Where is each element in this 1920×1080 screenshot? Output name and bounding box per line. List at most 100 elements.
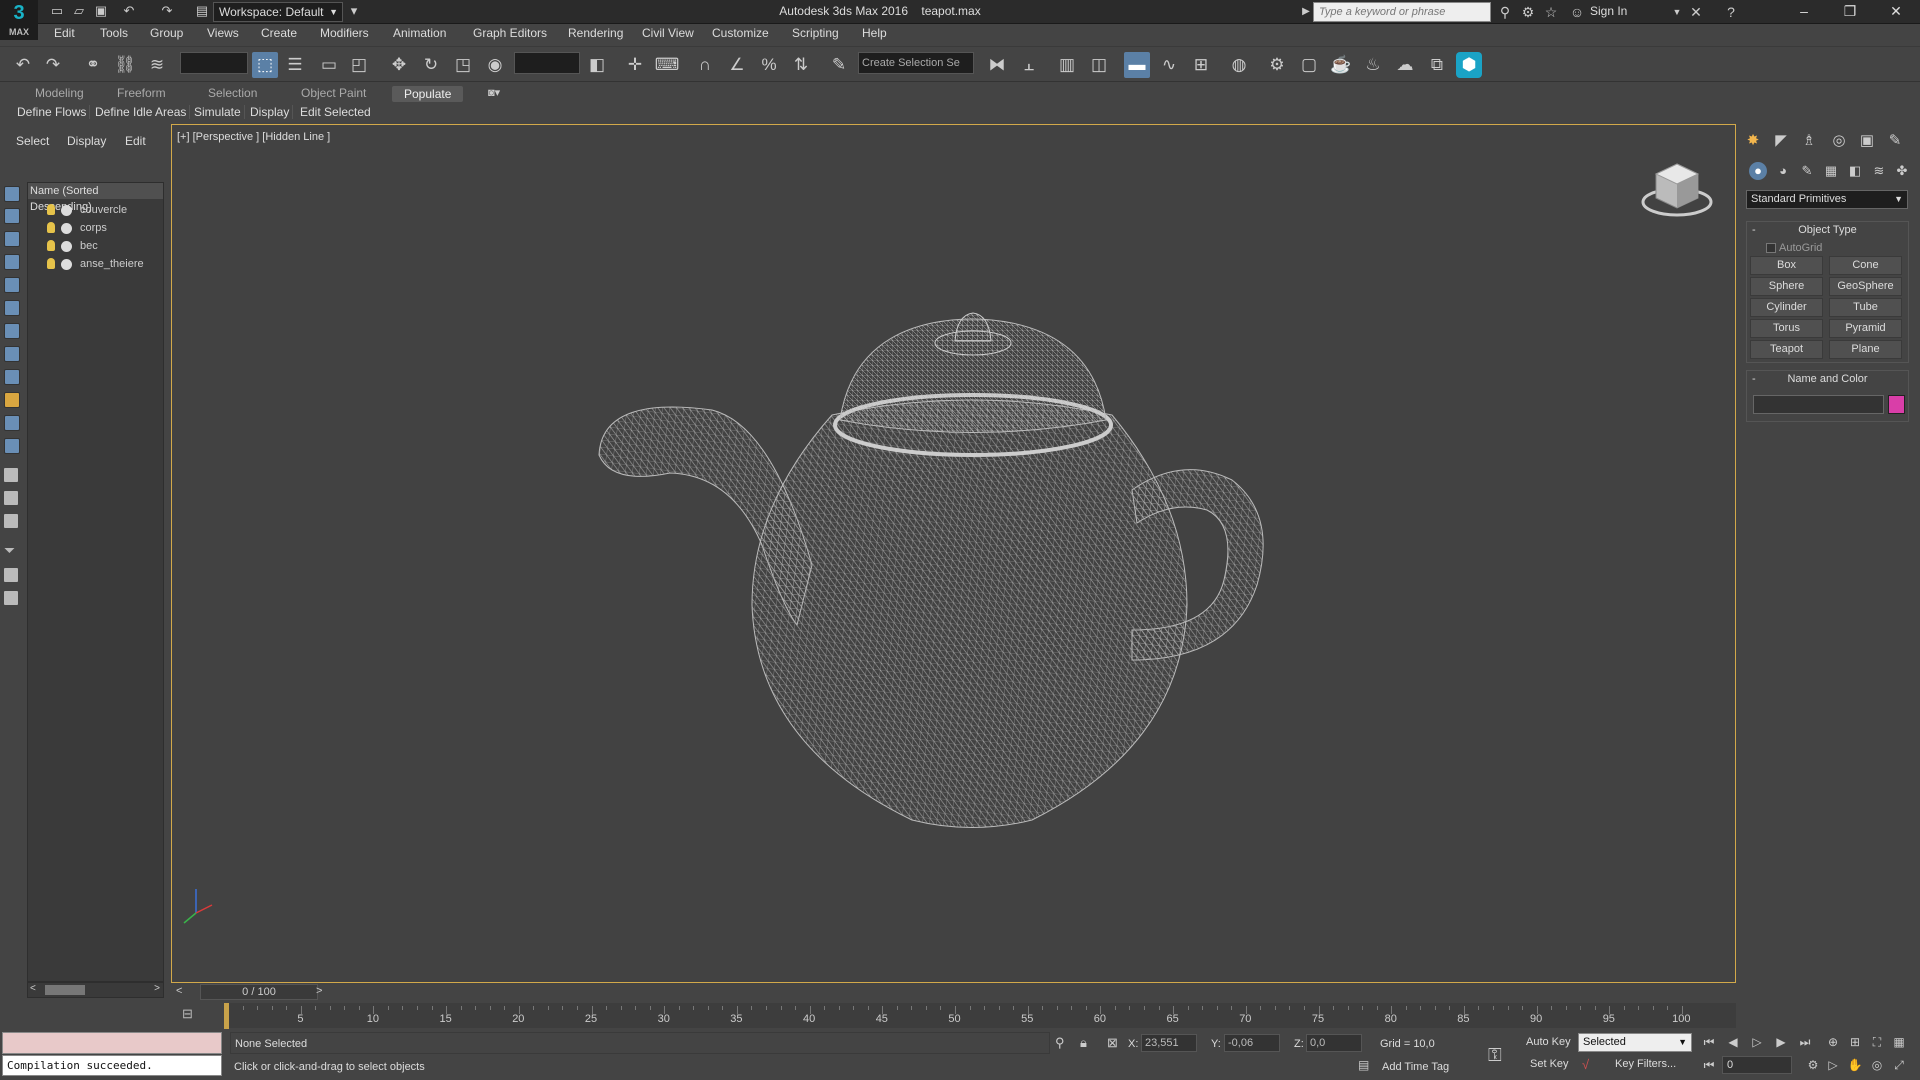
display-all-icon[interactable] — [4, 468, 18, 482]
link-icon[interactable]: ⚭ — [80, 52, 106, 78]
menu-views[interactable]: Views — [207, 26, 239, 40]
menu-tools[interactable]: Tools — [100, 26, 128, 40]
menu-civil-view[interactable]: Civil View — [642, 26, 694, 40]
project-folder-icon[interactable]: ▤ — [193, 3, 211, 19]
auto-key-button[interactable]: Auto Key — [1526, 1036, 1571, 1048]
select-and-rotate-icon[interactable]: ↻ — [418, 52, 444, 78]
box-button[interactable]: Box — [1750, 256, 1823, 275]
checkbox-icon[interactable] — [1766, 243, 1776, 253]
search-input[interactable]: Type a keyword or phrase — [1313, 2, 1491, 22]
menu-edit[interactable]: Edit — [54, 26, 75, 40]
ribbon-tab-populate[interactable]: Populate — [392, 86, 464, 102]
display-xrefs-icon[interactable] — [4, 346, 20, 362]
autogrid-checkbox[interactable]: AutoGrid — [1766, 242, 1822, 254]
pyramid-button[interactable]: Pyramid — [1829, 319, 1902, 338]
scroll-left-icon[interactable]: < — [30, 983, 36, 994]
display-groups-icon[interactable] — [4, 323, 20, 339]
qat-customize-icon[interactable]: ▾ — [345, 3, 363, 19]
modify-panel-icon[interactable]: ◤ — [1770, 130, 1792, 152]
sphere-button[interactable]: Sphere — [1750, 277, 1823, 296]
scene-explorer-menu-select[interactable]: Select — [16, 134, 49, 148]
display-containers-icon[interactable] — [4, 392, 20, 408]
cylinder-button[interactable]: Cylinder — [1750, 298, 1823, 317]
viewport-label[interactable]: [+] [Perspective ] [Hidden Line ] — [177, 131, 330, 143]
scene-explorer-menu-display[interactable]: Display — [67, 134, 106, 148]
shapes-category-icon[interactable]: ◕ — [1774, 162, 1792, 180]
workspace-dropdown[interactable]: Workspace: Default ▼ — [213, 2, 343, 22]
key-filters-button[interactable]: Key Filters... — [1615, 1058, 1676, 1070]
tube-button[interactable]: Tube — [1829, 298, 1902, 317]
x-coordinate-field[interactable]: 23,551 — [1141, 1034, 1197, 1052]
undo-icon[interactable]: ↶ — [10, 52, 36, 78]
ribbon-define-flows[interactable]: Define Flows — [14, 105, 91, 119]
keyboard-shortcut-override-icon[interactable]: ⌨ — [654, 52, 680, 78]
help-icon[interactable]: ? — [1722, 3, 1740, 21]
sign-in-link[interactable]: Sign In — [1590, 4, 1627, 18]
lights-category-icon[interactable]: ✎ — [1798, 162, 1816, 180]
ribbon-tab-freeform[interactable]: Freeform — [117, 86, 166, 100]
unlink-icon[interactable]: ⛓ — [112, 52, 138, 78]
object-type-header[interactable]: - Object Type — [1747, 222, 1908, 238]
ribbon-display[interactable]: Display — [247, 105, 294, 119]
display-none-icon[interactable] — [4, 491, 18, 505]
column-header-name[interactable]: Name (Sorted Descending) — [28, 183, 163, 213]
scene-explorer-menu-edit[interactable]: Edit — [125, 134, 146, 148]
named-selection-sets-dropdown[interactable]: Create Selection Se — [858, 52, 974, 74]
cone-button[interactable]: Cone — [1829, 256, 1902, 275]
geosphere-button[interactable]: GeoSphere — [1829, 277, 1902, 296]
time-slider-next-icon[interactable]: > — [316, 985, 322, 997]
display-helpers-icon[interactable] — [4, 277, 20, 293]
set-key-button[interactable]: Set Key — [1530, 1058, 1569, 1070]
light-bulb-icon[interactable] — [47, 240, 55, 251]
field-of-view-icon[interactable]: ▷ — [1824, 1056, 1842, 1074]
render-production-icon[interactable]: ☕ — [1328, 52, 1354, 78]
rectangular-selection-icon[interactable]: ▭ — [316, 52, 342, 78]
plane-button[interactable]: Plane — [1829, 340, 1902, 359]
open-file-icon[interactable]: ▱ — [70, 3, 88, 19]
z-coordinate-field[interactable]: 0,0 — [1306, 1034, 1362, 1052]
display-frozen-icon[interactable] — [4, 415, 20, 431]
light-bulb-icon[interactable] — [47, 204, 55, 215]
selection-filter-dropdown[interactable] — [180, 52, 248, 74]
scroll-right-icon[interactable]: > — [154, 983, 160, 994]
current-frame-field[interactable]: 0 — [1722, 1056, 1792, 1074]
ribbon-edit-selected[interactable]: Edit Selected — [297, 105, 374, 119]
select-and-move-icon[interactable]: ✥ — [386, 52, 412, 78]
absolute-mode-icon[interactable]: ⊠ — [1107, 1035, 1118, 1051]
align-icon[interactable]: ⫠ — [1016, 52, 1042, 78]
torus-button[interactable]: Torus — [1750, 319, 1823, 338]
hierarchy-panel-icon[interactable]: ♗ — [1798, 130, 1820, 152]
render-iterative-icon[interactable]: ♨ — [1360, 52, 1386, 78]
menu-modifiers[interactable]: Modifiers — [320, 26, 369, 40]
save-file-icon[interactable]: ▣ — [92, 3, 110, 19]
key-set-dropdown[interactable]: Selected ▼ — [1578, 1033, 1692, 1052]
list-item[interactable]: anse_theiere — [28, 256, 163, 273]
render-in-cloud-icon[interactable]: ☁ — [1392, 52, 1418, 78]
list-item[interactable]: corps — [28, 220, 163, 237]
motion-panel-icon[interactable]: ◎ — [1828, 130, 1850, 152]
go-to-end-icon[interactable]: ⏭ — [1796, 1033, 1814, 1051]
systems-category-icon[interactable]: ✤ — [1893, 162, 1911, 180]
explorer-options-icon[interactable] — [4, 591, 18, 605]
light-bulb-icon[interactable] — [47, 222, 55, 233]
next-frame-icon[interactable]: ▶ — [1772, 1033, 1790, 1051]
y-coordinate-field[interactable]: -0,06 — [1224, 1034, 1280, 1052]
menu-help[interactable]: Help — [862, 26, 887, 40]
material-editor-icon[interactable]: ◍ — [1226, 52, 1252, 78]
mini-curve-editor-icon[interactable]: ⊟ — [182, 1006, 202, 1024]
curve-editor-icon[interactable]: ∿ — [1156, 52, 1182, 78]
redo-icon[interactable]: ↷ — [158, 3, 176, 19]
menu-customize[interactable]: Customize — [712, 26, 769, 40]
menu-animation[interactable]: Animation — [393, 26, 446, 40]
menu-create[interactable]: Create — [261, 26, 297, 40]
maximize-viewport-icon[interactable]: ⤢ — [1890, 1056, 1908, 1074]
filter-icon[interactable]: ⏷ — [4, 542, 20, 558]
window-crossing-icon[interactable]: ◰ — [346, 52, 372, 78]
display-hidden-icon[interactable] — [4, 438, 20, 454]
light-bulb-icon[interactable] — [47, 258, 55, 269]
favorites-star-icon[interactable]: ☆ — [1542, 3, 1560, 21]
scroll-thumb[interactable] — [45, 985, 85, 995]
edit-named-selection-icon[interactable]: ✎ — [826, 52, 852, 78]
mirror-icon[interactable]: ⧓ — [984, 52, 1010, 78]
set-key-icon[interactable]: ⚿ — [1488, 1045, 1502, 1066]
